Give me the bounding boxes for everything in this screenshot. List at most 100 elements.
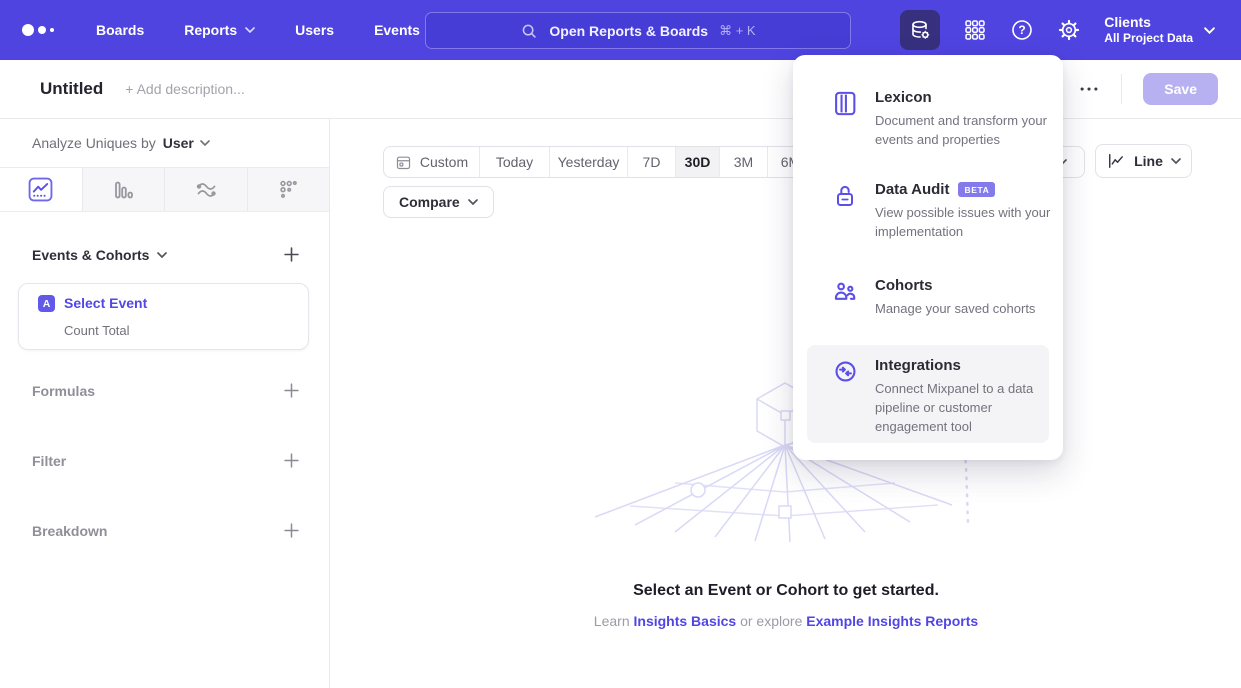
empty-state-subtitle: Learn Insights Basics or explore Example…	[331, 613, 1241, 629]
tab-metrics[interactable]	[247, 168, 330, 211]
plus-icon	[284, 247, 299, 262]
calendar-icon	[395, 154, 412, 171]
menu-item-data-audit[interactable]: Data Audit BETA View possible issues wit…	[807, 169, 1049, 254]
search-placeholder: Open Reports & Boards	[549, 23, 708, 39]
global-search-input[interactable]: Open Reports & Boards ⌘ + K	[425, 12, 851, 49]
range-custom[interactable]: Custom	[384, 147, 479, 177]
help-button[interactable]: ?	[1010, 18, 1034, 42]
tab-flow-chart[interactable]	[164, 168, 247, 211]
range-30d-selected[interactable]: 30D	[675, 147, 719, 177]
breakdown-section: Breakdown	[32, 521, 301, 540]
nav-item-boards[interactable]: Boards	[96, 22, 144, 38]
chevron-down-icon	[245, 27, 255, 33]
filter-section: Filter	[32, 451, 301, 470]
divider	[1121, 74, 1122, 104]
nav-item-users[interactable]: Users	[295, 22, 334, 38]
tab-bar-chart[interactable]	[82, 168, 165, 211]
filter-label: Filter	[32, 453, 66, 469]
data-management-button[interactable]	[900, 10, 940, 50]
line-style-icon	[1106, 151, 1126, 171]
menu-item-desc: Manage your saved cohorts	[875, 300, 1053, 319]
top-nav: Boards Reports Users Events Open Reports…	[0, 0, 1241, 60]
analyze-row: Analyze Uniques by User	[32, 135, 210, 151]
range-yesterday[interactable]: Yesterday	[549, 147, 627, 177]
compare-dropdown[interactable]: Compare	[383, 186, 494, 218]
learn-prefix: Learn	[594, 613, 630, 629]
menu-item-title: Lexicon	[875, 89, 1053, 106]
menu-item-desc: Document and transform your events and p…	[875, 112, 1053, 150]
gear-icon	[1057, 18, 1081, 42]
nav-item-events[interactable]: Events	[374, 22, 420, 38]
menu-item-title: Integrations	[875, 357, 1053, 374]
help-icon: ?	[1010, 18, 1034, 42]
example-reports-link[interactable]: Example Insights Reports	[806, 613, 978, 629]
plus-icon	[284, 453, 299, 468]
range-7d[interactable]: 7D	[627, 147, 675, 177]
query-sidebar: Analyze Uniques by User	[0, 119, 330, 688]
formulas-label: Formulas	[32, 383, 95, 399]
chevron-down-icon	[200, 140, 210, 146]
integrations-sync-icon	[833, 357, 858, 431]
metrics-dots-icon	[276, 178, 300, 202]
nav-links: Boards Reports Users Events	[96, 22, 420, 38]
line-chart-icon	[28, 177, 53, 202]
explore-middle: or explore	[740, 613, 802, 629]
plus-icon	[284, 523, 299, 538]
ellipsis-icon	[1078, 78, 1100, 100]
chevron-down-icon	[157, 252, 167, 258]
formulas-section: Formulas	[32, 381, 301, 400]
data-management-menu: Lexicon Document and transform your even…	[793, 55, 1063, 460]
select-event-label[interactable]: Select Event	[64, 295, 147, 311]
nav-right-cluster: ? Clients All Project Data	[900, 0, 1241, 60]
report-title[interactable]: Untitled	[40, 79, 103, 99]
empty-state-title: Select an Event or Cohort to get started…	[331, 582, 1241, 600]
menu-item-integrations[interactable]: Integrations Connect Mixpanel to a data …	[807, 345, 1049, 443]
count-total-label[interactable]: Count Total	[64, 323, 130, 338]
events-cohorts-header: Events & Cohorts	[32, 245, 301, 264]
event-card[interactable]: A Select Event Count Total	[18, 283, 309, 350]
report-description-placeholder[interactable]: + Add description...	[125, 81, 244, 97]
tab-line-chart[interactable]	[0, 168, 82, 211]
search-icon	[520, 22, 538, 40]
analyze-label: Analyze Uniques by	[32, 135, 156, 151]
range-3m[interactable]: 3M	[719, 147, 767, 177]
grid-icon	[963, 18, 987, 42]
insights-basics-link[interactable]: Insights Basics	[634, 613, 737, 629]
nav-item-reports[interactable]: Reports	[184, 22, 255, 38]
add-filter-button[interactable]	[282, 451, 301, 470]
app-window: Boards Reports Users Events Open Reports…	[0, 0, 1241, 688]
add-event-button[interactable]	[282, 245, 301, 264]
events-cohorts-label[interactable]: Events & Cohorts	[32, 247, 167, 263]
mixpanel-logo-icon[interactable]	[22, 24, 54, 36]
chart-type-tabs	[0, 167, 329, 212]
org-name: Clients	[1104, 13, 1193, 31]
data-audit-lock-icon	[833, 181, 858, 242]
menu-item-lexicon[interactable]: Lexicon Document and transform your even…	[807, 77, 1049, 162]
project-switcher[interactable]: Clients All Project Data	[1104, 13, 1215, 47]
flow-icon	[194, 178, 218, 202]
apps-grid-button[interactable]	[963, 18, 987, 42]
chart-style-dropdown[interactable]: Line	[1095, 144, 1192, 178]
menu-item-title: Data Audit	[875, 181, 949, 198]
menu-item-cohorts[interactable]: Cohorts Manage your saved cohorts	[807, 265, 1049, 331]
add-formula-button[interactable]	[282, 381, 301, 400]
lexicon-book-icon	[833, 89, 858, 150]
more-options-button[interactable]	[1078, 78, 1100, 100]
chevron-down-icon	[468, 199, 478, 205]
beta-badge: BETA	[958, 182, 995, 197]
settings-button[interactable]	[1057, 18, 1081, 42]
report-canvas: Custom Today Yesterday 7D 30D 3M 6M Comp…	[331, 119, 1241, 688]
save-button[interactable]: Save	[1143, 73, 1218, 105]
chevron-down-icon	[1204, 27, 1215, 34]
add-breakdown-button[interactable]	[282, 521, 301, 540]
search-shortcut: ⌘ + K	[719, 23, 756, 39]
range-today[interactable]: Today	[479, 147, 549, 177]
menu-item-desc: View possible issues with your implement…	[875, 204, 1053, 242]
chevron-down-icon	[1171, 158, 1181, 164]
analyze-value-dropdown[interactable]: User	[163, 135, 210, 151]
breakdown-label: Breakdown	[32, 523, 107, 539]
plus-icon	[284, 383, 299, 398]
bar-chart-icon	[111, 178, 135, 202]
event-series-badge: A	[38, 295, 55, 312]
menu-item-desc: Connect Mixpanel to a data pipeline or c…	[875, 380, 1053, 437]
